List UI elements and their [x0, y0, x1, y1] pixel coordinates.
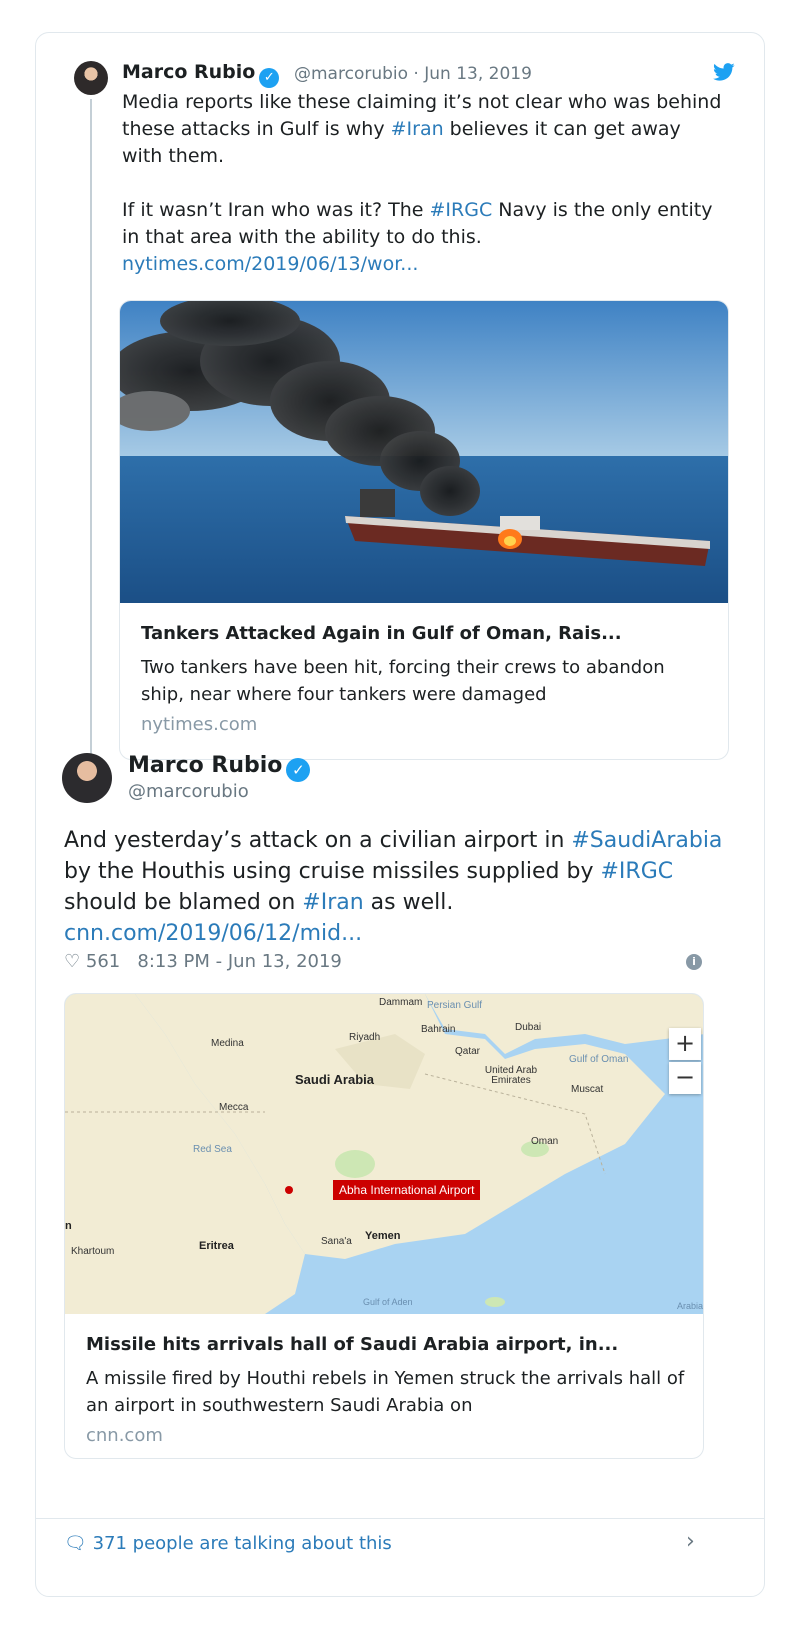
main-card-title[interactable]: Missile hits arrivals hall of Saudi Arab…	[86, 1334, 681, 1355]
main-hashtag-text-segment: And yesterday’s attack on a civilian air…	[64, 828, 572, 853]
map-label-riyadh: Riyadh	[349, 1032, 381, 1043]
map-label-eritrea: Eritrea	[199, 1240, 234, 1252]
parent-hashtag-link[interactable]: #IRGC	[430, 199, 493, 221]
info-icon[interactable]: i	[686, 954, 702, 970]
like-heart-icon[interactable]: ♡	[64, 951, 80, 972]
zoom-out-button[interactable]: −	[669, 1062, 701, 1094]
parent-link-card[interactable]: Tankers Attacked Again in Gulf of Oman, …	[119, 300, 729, 760]
main-hashtag-link[interactable]: #IRGC	[600, 859, 673, 884]
parent-hashtag-text-segment: If it wasn’t Iran who was it? The	[122, 199, 430, 221]
map-label-dubai: Dubai	[515, 1022, 542, 1033]
footer-divider	[36, 1518, 764, 1519]
map-label-medina: Medina	[211, 1038, 244, 1049]
map-image: Dammam Persian Gulf Bahrain Dubai Medina…	[65, 994, 703, 1314]
parent-url-link[interactable]: nytimes.com/2019/06/13/wor...	[122, 253, 418, 275]
map-label-arabia: Arabia	[677, 1301, 703, 1311]
verified-badge-icon: ✓	[286, 758, 311, 782]
parent-card-description: Two tankers have been hit, forcing their…	[141, 657, 665, 705]
parent-avatar[interactable]	[74, 61, 108, 95]
map-label-persian-gulf: Persian Gulf	[427, 1000, 483, 1011]
parent-tweet-text: Media reports like these claiming it’s n…	[122, 89, 722, 278]
main-hashtag-text-segment: by the Houthis using cruise missiles sup…	[64, 859, 601, 884]
chevron-right-icon[interactable]: ›	[686, 1529, 695, 1554]
main-hashtag-link[interactable]: #Iran	[302, 890, 363, 915]
main-hashtag-link[interactable]: #SaudiArabia	[571, 828, 722, 853]
map-label-edge: n	[65, 1220, 72, 1232]
tweet-timestamp[interactable]: 8:13 PM - Jun 13, 2019	[137, 951, 341, 972]
verified-badge-icon: ✓	[259, 68, 280, 88]
twitter-bird-icon[interactable]	[712, 61, 736, 83]
parent-handle[interactable]: @marcorubio	[294, 64, 408, 84]
zoom-in-button[interactable]: +	[669, 1028, 701, 1060]
speech-bubble-icon: 🗨	[64, 1533, 87, 1554]
like-count[interactable]: 561	[86, 951, 120, 972]
talking-about-link[interactable]: 🗨 371 people are talking about this	[64, 1533, 392, 1554]
map-label-sanaa: Sana'a	[321, 1236, 352, 1247]
main-tweet-text: And yesterday’s attack on a civilian air…	[64, 825, 724, 949]
map-label-bahrain: Bahrain	[421, 1024, 456, 1035]
main-tweet-meta: ♡ 561 8:13 PM - Jun 13, 2019	[64, 951, 342, 972]
map-label-khartoum: Khartoum	[71, 1246, 115, 1257]
embedded-tweet-card: Marco Rubio ✓ @marcorubio · Jun 13, 2019 …	[35, 32, 765, 1597]
main-card-host: cnn.com	[86, 1425, 163, 1446]
map-label-mecca: Mecca	[219, 1102, 249, 1113]
main-avatar[interactable]	[62, 753, 112, 803]
map-pin-abha-airport[interactable]: Abha International Airport	[333, 1180, 481, 1200]
map-label-gulf-of-oman: Gulf of Oman	[569, 1054, 629, 1065]
map-label-oman: Oman	[531, 1136, 559, 1147]
map-label-yemen: Yemen	[365, 1230, 401, 1242]
main-name-text[interactable]: Marco Rubio	[128, 753, 282, 778]
parent-date[interactable]: Jun 13, 2019	[424, 64, 532, 84]
parent-card-title[interactable]: Tankers Attacked Again in Gulf of Oman, …	[141, 623, 706, 644]
map-label-gulf-of-aden: Gulf of Aden	[363, 1297, 413, 1307]
parent-handle-date[interactable]: @marcorubio · Jun 13, 2019	[294, 64, 532, 84]
parent-card-host: nytimes.com	[141, 714, 258, 735]
main-handle[interactable]: @marcorubio	[128, 781, 249, 802]
parent-hashtag-link[interactable]: #Iran	[391, 118, 444, 140]
main-card-description: A missile fired by Houthi rebels in Yeme…	[86, 1368, 685, 1416]
map-label-dammam: Dammam	[379, 997, 423, 1008]
main-hashtag-link[interactable]: cnn.com/2019/06/12/mid...	[64, 921, 362, 946]
main-author-name[interactable]: Marco Rubio ✓	[128, 753, 311, 782]
parent-paragraph-1: Media reports like these claiming it’s n…	[122, 89, 722, 170]
main-hashtag-text-segment: should be blamed on	[64, 890, 303, 915]
map-label-qatar: Qatar	[455, 1046, 481, 1057]
parent-paragraph-2: If it wasn’t Iran who was it? The #IRGC …	[122, 197, 722, 251]
parent-author-name[interactable]: Marco Rubio ✓	[122, 61, 280, 88]
main-hashtag-text-segment: as well.	[363, 890, 454, 915]
map-label-saudi-arabia: Saudi Arabia	[295, 1072, 374, 1087]
parent-name-text[interactable]: Marco Rubio	[122, 61, 255, 83]
thread-line	[90, 99, 92, 789]
map-label-muscat: Muscat	[571, 1084, 604, 1095]
map-label-uae: United Arab Emirates	[484, 1065, 538, 1086]
tanker-fire-image	[120, 301, 728, 603]
map-label-red-sea: Red Sea	[193, 1144, 232, 1155]
talking-count-text[interactable]: 371 people are talking about this	[93, 1533, 392, 1554]
main-link-card[interactable]: Dammam Persian Gulf Bahrain Dubai Medina…	[64, 993, 704, 1459]
